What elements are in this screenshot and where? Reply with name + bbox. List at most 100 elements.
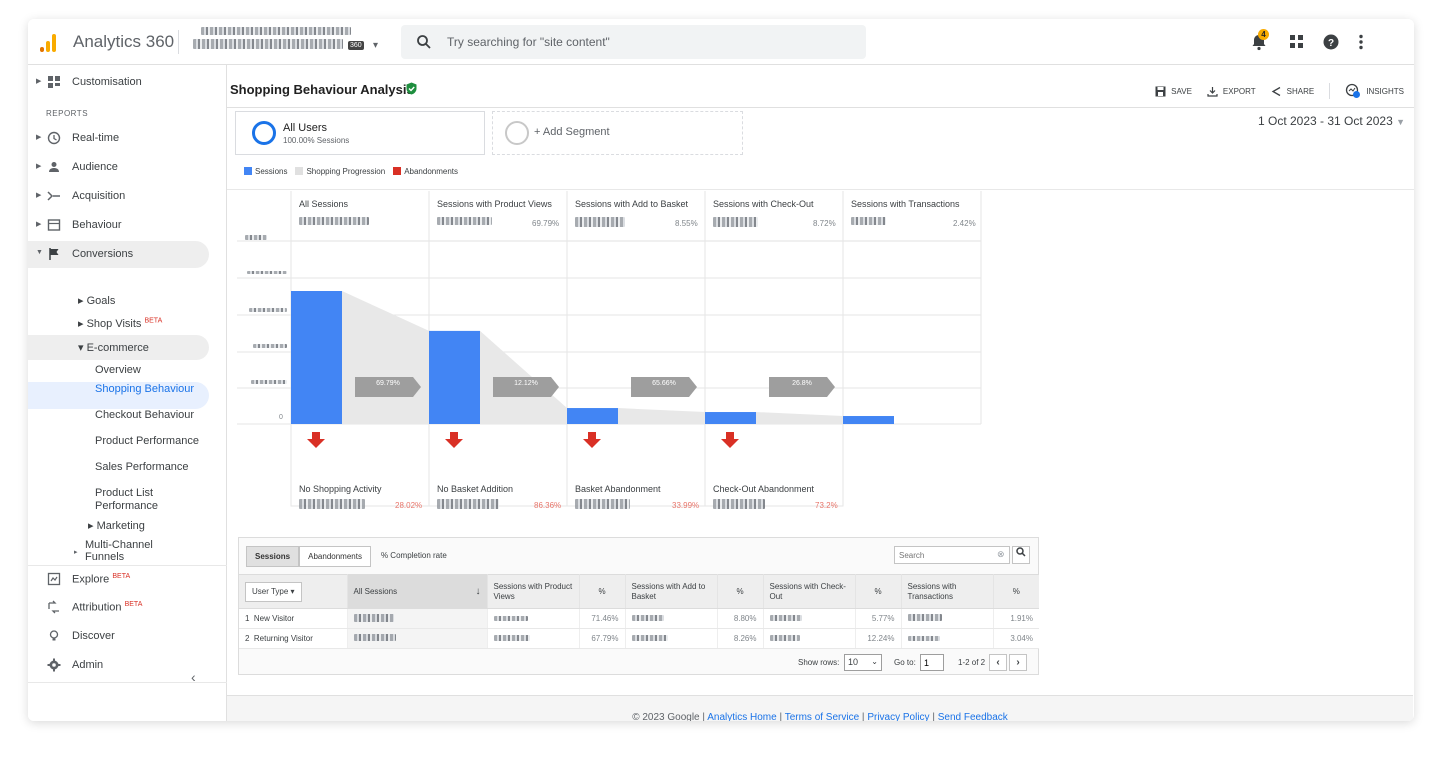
column-header-user-type[interactable]: User Type ▾ <box>239 574 348 609</box>
dimension-label: User Type <box>252 586 289 596</box>
search-bar[interactable] <box>401 25 866 59</box>
sidebar-item-multichannel[interactable]: ▸ Multi-Channel Funnels <box>74 539 194 563</box>
header-label: All Sessions <box>353 586 398 596</box>
show-rows-select[interactable]: 10 ⌄ <box>844 654 882 671</box>
sidebar-item-marketing[interactable]: ▸ Marketing <box>88 519 145 532</box>
sidebar-item-conversions[interactable]: ▼ Conversions <box>28 241 209 268</box>
segment-circle-icon <box>252 121 276 145</box>
column-header-add-to-basket[interactable]: Sessions with Add to Basket <box>625 574 718 609</box>
sidebar-item-product-list-performance[interactable]: Product List Performance <box>95 487 215 513</box>
sidebar-item-checkout-behaviour[interactable]: Checkout Behaviour <box>95 409 215 422</box>
next-page-button[interactable]: › <box>1009 654 1027 671</box>
expand-arrow-icon: ▶ <box>36 221 42 228</box>
divider <box>227 107 1414 108</box>
sidebar-item-overview[interactable]: Overview <box>95 364 215 377</box>
column-header-pct[interactable]: % <box>717 574 764 609</box>
progression-label: 69.79% <box>376 380 400 387</box>
property-name-redacted <box>193 39 343 49</box>
expand-arrow-icon: ▸ <box>74 549 78 556</box>
column-header-pct[interactable]: % <box>579 574 626 609</box>
help-icon[interactable]: ? <box>1322 33 1340 51</box>
segment-all-users[interactable]: All Users 100.00% Sessions <box>235 111 485 155</box>
sidebar-item-ecommerce[interactable]: ▾ E-commerce <box>78 341 149 354</box>
progression-label: 65.66% <box>652 380 676 387</box>
save-label: SAVE <box>1171 86 1192 96</box>
column-header-product-views[interactable]: Sessions with Product Views <box>487 574 580 609</box>
tab-sessions[interactable]: Sessions <box>246 546 300 567</box>
tab-completion-rate[interactable]: % Completion rate <box>371 546 457 567</box>
footer-link-feedback[interactable]: Send Feedback <box>938 712 1008 721</box>
table-search-input[interactable] <box>894 546 1010 564</box>
stage-pct: 2.42% <box>953 219 976 228</box>
sidebar-item-realtime[interactable]: ▶ Real-time <box>28 125 227 152</box>
goto-page-input[interactable] <box>920 654 944 671</box>
sidebar-item-label: Acquisition <box>72 190 126 202</box>
sidebar-item-behaviour[interactable]: ▶ Behaviour <box>28 212 227 239</box>
footer-link-analytics-home[interactable]: Analytics Home <box>707 712 776 721</box>
search-input[interactable] <box>447 33 847 51</box>
add-segment-button[interactable]: + Add Segment <box>492 111 743 155</box>
sidebar-item-goals[interactable]: ▸ Goals <box>78 294 115 307</box>
chevron-down-icon: ▾ <box>373 40 379 51</box>
cell-pct: 8.26% <box>717 628 764 649</box>
save-button[interactable]: SAVE <box>1155 86 1192 97</box>
column-header-pct[interactable]: % <box>993 574 1039 609</box>
copyright: © 2023 Google | <box>632 712 705 721</box>
sidebar-item-acquisition[interactable]: ▶ Acquisition <box>28 183 227 210</box>
date-range-label: 1 Oct 2023 - 31 Oct 2023 <box>1258 114 1393 128</box>
more-vert-icon[interactable] <box>1352 33 1370 51</box>
data-table: User Type ▾ All Sessions ↓ Sessions with … <box>239 574 1039 649</box>
date-range-selector[interactable]: 1 Oct 2023 - 31 Oct 2023 ▼ <box>1258 114 1405 128</box>
clear-icon[interactable]: ⊗ <box>997 549 1005 560</box>
sidebar-item-explore[interactable]: Explore BETA <box>28 565 227 592</box>
column-header-pct[interactable]: % <box>855 574 902 609</box>
footer-link-terms[interactable]: Terms of Service <box>785 712 859 721</box>
footer-link-privacy[interactable]: Privacy Policy <box>867 712 929 721</box>
collapse-sidebar-icon[interactable]: ‹ <box>191 669 196 685</box>
sidebar-item-shopping-behaviour[interactable]: Shopping Behaviour <box>95 383 215 396</box>
stage-label: Sessions with Check-Out <box>713 199 814 209</box>
sidebar-item-discover[interactable]: Discover <box>28 623 227 650</box>
apps-grid-icon[interactable] <box>1288 33 1306 51</box>
sidebar-item-shop-visits[interactable]: ▸ Shop Visits BETA <box>78 317 162 330</box>
sidebar-item-label: Conversions <box>72 248 134 260</box>
app-title[interactable]: Analytics 360 <box>73 32 174 52</box>
analytics-logo-icon[interactable] <box>40 32 58 52</box>
column-header-all-sessions[interactable]: All Sessions ↓ <box>347 574 488 609</box>
abandonment-arrow-icon <box>445 432 463 448</box>
add-segment-label: + Add Segment <box>534 126 610 138</box>
column-header-check-out[interactable]: Sessions with Check-Out <box>763 574 856 609</box>
share-button[interactable]: SHARE <box>1271 86 1314 97</box>
account-selector[interactable]: 360 ▾ <box>193 27 383 55</box>
dimension-selector[interactable]: User Type ▾ <box>245 581 302 602</box>
y-tick-redacted <box>247 271 287 274</box>
value-redacted <box>769 635 800 641</box>
sidebar-item-admin[interactable]: Admin <box>28 652 227 679</box>
attribution-label: Attribution <box>72 601 122 614</box>
abandonment-pct: 73.2% <box>815 501 838 510</box>
table-row[interactable]: 1 New Visitor 71.46% 8.80% 5.77% 1.91% <box>239 608 1039 629</box>
row-label: Returning Visitor <box>253 634 313 643</box>
behaviour-icon <box>47 219 61 231</box>
sidebar-item-attribution[interactable]: Attribution BETA <box>28 594 227 621</box>
sort-arrow-icon: ↓ <box>475 585 481 597</box>
row-user-type[interactable]: 1 New Visitor <box>239 608 348 629</box>
column-header-transactions[interactable]: Sessions with Transactions <box>901 574 994 609</box>
show-rows-label: Show rows: <box>798 658 840 667</box>
table-row[interactable]: 2 Returning Visitor 67.79% 8.26% 12.24% … <box>239 628 1039 649</box>
cell-pct: 5.77% <box>855 608 902 629</box>
stage-label: All Sessions <box>299 199 349 209</box>
app-window: Analytics 360 360 ▾ 4 ? ▶ Customisation … <box>28 19 1414 721</box>
table-search-button[interactable] <box>1012 546 1030 564</box>
sidebar-item-sales-performance[interactable]: Sales Performance <box>95 461 215 474</box>
sidebar-item-audience[interactable]: ▶ Audience <box>28 154 227 181</box>
tab-abandonments[interactable]: Abandonments <box>299 546 371 567</box>
prev-page-button[interactable]: ‹ <box>989 654 1007 671</box>
stage-value-redacted <box>299 217 369 225</box>
row-user-type[interactable]: 2 Returning Visitor <box>239 628 348 649</box>
insights-button[interactable]: INSIGHTS <box>1345 83 1404 99</box>
report-toolbar: SAVE EXPORT SHARE INSIGHTS <box>1155 83 1404 99</box>
sidebar-item-product-performance[interactable]: Product Performance <box>95 435 215 448</box>
sidebar-item-customisation[interactable]: ▶ Customisation <box>28 69 227 96</box>
export-button[interactable]: EXPORT <box>1207 86 1256 97</box>
